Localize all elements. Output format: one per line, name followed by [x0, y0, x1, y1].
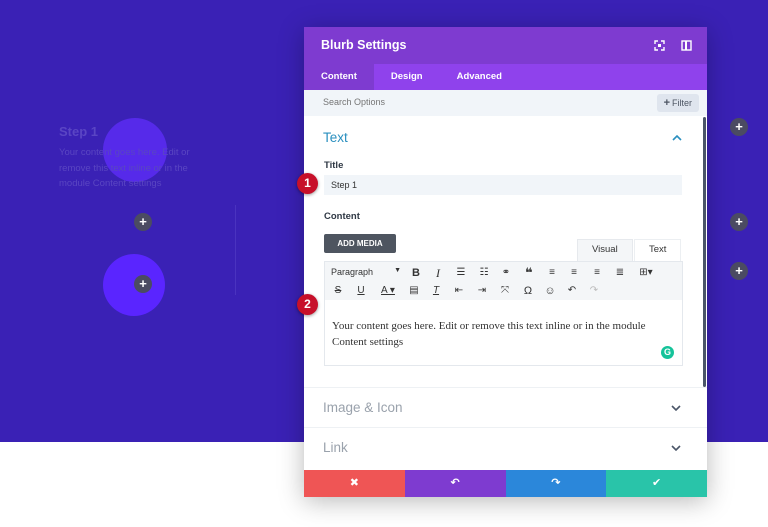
tab-content[interactable]: Content — [304, 64, 374, 90]
redo-icon[interactable]: ↷ — [587, 284, 601, 298]
chevron-down-icon — [671, 445, 681, 451]
align-left-icon[interactable]: ≡ — [545, 266, 559, 280]
blurb-title-preview: Step 1 — [59, 124, 99, 139]
editor-toolbar: Paragraph ▼ B I ☰ ☷ ⚭ ❝ ≡ ≡ ≡ ≣ ⊞▾ S U A … — [325, 262, 682, 300]
expand-icon[interactable] — [654, 40, 665, 51]
align-right-icon[interactable]: ≡ — [590, 266, 604, 280]
undo-icon[interactable]: ↶ — [565, 284, 579, 298]
tab-design[interactable]: Design — [374, 64, 440, 90]
content-field-label: Content — [324, 211, 360, 222]
add-media-button[interactable]: ADD MEDIA — [324, 234, 396, 253]
sidebar-toggle-icon[interactable] — [681, 40, 692, 51]
emoji-icon[interactable]: ☺ — [543, 284, 557, 298]
align-justify-icon[interactable]: ≣ — [613, 266, 627, 280]
blurb-settings-modal: Blurb Settings Content Design Advanced +… — [304, 27, 707, 497]
tab-text-editor[interactable]: Text — [634, 239, 682, 261]
scrollbar[interactable] — [703, 117, 706, 387]
tab-advanced[interactable]: Advanced — [440, 64, 519, 90]
clear-formatting-icon[interactable]: T — [429, 284, 443, 298]
bold-icon[interactable]: B — [409, 266, 423, 280]
column-divider — [235, 205, 236, 295]
indent-icon[interactable]: ⇥ — [475, 284, 489, 298]
add-module-button[interactable]: + — [134, 213, 152, 231]
paragraph-format-value: Paragraph — [331, 267, 374, 277]
link-section[interactable]: Link — [304, 427, 707, 467]
fullscreen-icon[interactable]: ⤧ — [498, 284, 512, 298]
underline-icon[interactable]: U — [354, 284, 368, 298]
chevron-up-icon[interactable] — [672, 135, 682, 141]
filter-label: Filter — [672, 98, 692, 108]
redo-button[interactable]: ↷ — [505, 470, 607, 497]
link-icon[interactable]: ⚭ — [499, 266, 513, 280]
filter-button[interactable]: + Filter — [656, 94, 699, 112]
annotation-marker-1: 1 — [297, 173, 318, 194]
search-bar: +Filter — [304, 90, 707, 116]
paragraph-format-select[interactable]: Paragraph ▼ — [331, 267, 401, 277]
caret-down-icon: ▼ — [394, 267, 401, 274]
special-character-icon[interactable]: Ω — [521, 284, 535, 298]
annotation-marker-2: 2 — [297, 294, 318, 315]
image-icon-section[interactable]: Image & Icon — [304, 387, 707, 427]
chevron-down-icon — [671, 405, 681, 411]
strikethrough-icon[interactable]: S — [331, 284, 345, 298]
text-color-icon[interactable]: A ▾ — [377, 284, 399, 298]
blurb-text-preview: Your content goes here. Edit or remove t… — [59, 147, 190, 189]
grammarly-icon[interactable]: G — [661, 346, 674, 359]
tab-visual-editor[interactable]: Visual — [577, 239, 633, 261]
image-icon-section-heading: Image & Icon — [323, 400, 403, 415]
content-editor[interactable]: Paragraph ▼ B I ☰ ☷ ⚭ ❝ ≡ ≡ ≡ ≣ ⊞▾ S U A … — [324, 261, 683, 366]
modal-title: Blurb Settings — [321, 38, 407, 52]
modal-header: Blurb Settings — [304, 27, 707, 64]
italic-icon[interactable]: I — [431, 266, 445, 280]
title-field[interactable] — [324, 175, 682, 195]
settings-tabs: Content Design Advanced — [304, 64, 707, 90]
blockquote-icon[interactable]: ❝ — [522, 266, 536, 280]
undo-button[interactable]: ↶ — [404, 470, 506, 497]
table-icon[interactable]: ⊞▾ — [636, 266, 656, 280]
cancel-button[interactable]: ✖ — [304, 470, 405, 497]
title-field-label: Title — [324, 160, 344, 171]
save-button[interactable]: ✔ — [606, 470, 707, 497]
editor-text[interactable]: Your content goes here. Edit or remove t… — [332, 318, 672, 350]
paste-text-icon[interactable]: ▤ — [407, 284, 421, 298]
add-module-button[interactable]: + — [134, 275, 152, 293]
search-options-input[interactable] — [323, 97, 623, 107]
outdent-icon[interactable]: ⇤ — [452, 284, 466, 298]
add-row-button[interactable]: + — [730, 262, 748, 280]
align-center-icon[interactable]: ≡ — [567, 266, 581, 280]
link-section-heading: Link — [323, 440, 348, 455]
modal-footer: ✖ ↶ ↷ ✔ — [304, 470, 707, 497]
bullet-list-icon[interactable]: ☰ — [454, 266, 468, 280]
add-row-button[interactable]: + — [730, 213, 748, 231]
plus-icon: + — [663, 97, 670, 109]
text-section-heading[interactable]: Text — [323, 130, 348, 145]
numbered-list-icon[interactable]: ☷ — [477, 266, 491, 280]
add-row-button[interactable]: + — [730, 118, 748, 136]
